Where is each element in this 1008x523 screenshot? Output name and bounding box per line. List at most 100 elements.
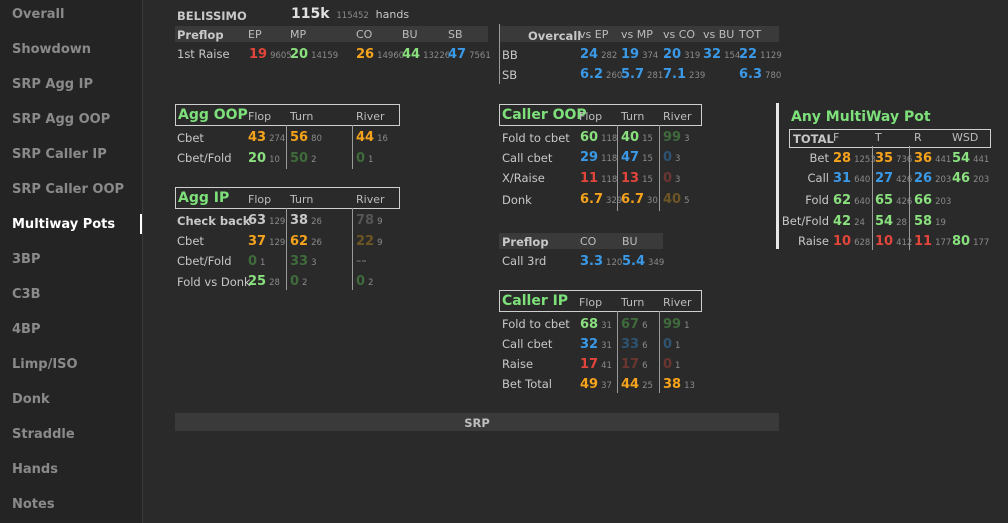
sample-count: 28	[896, 218, 907, 228]
stat-value: 99	[663, 130, 682, 145]
sample-count: 31	[601, 321, 612, 331]
stat-value: 20	[290, 47, 309, 62]
overcall-row-bb: BB	[502, 48, 518, 62]
stat-value: 33	[290, 254, 309, 269]
agg-oop-title: Agg OOP	[178, 107, 248, 123]
stat-value: 56	[290, 130, 309, 145]
stat-value: 10	[875, 234, 894, 249]
sample-count: 736	[896, 155, 913, 165]
sidebar-item-3bp[interactable]: 3BP	[12, 252, 40, 268]
sidebar-item-c3b[interactable]: C3B	[12, 287, 41, 303]
stat-value: 22	[739, 47, 758, 62]
caller-oop-cell: 40 5	[663, 192, 690, 208]
stat-value: 44	[402, 47, 421, 62]
preflop2-title: Preflop	[502, 235, 549, 249]
preflop2-row-label: Call 3rd	[502, 254, 547, 268]
sidebar-item-multiway-pots[interactable]: Multiway Pots	[12, 217, 115, 233]
multiway-cell: 36 441	[914, 151, 951, 167]
agg-ip-cell: 25 28	[248, 274, 280, 290]
caller-ip-cell: 49 37	[580, 377, 612, 393]
srp-footer-label[interactable]: SRP	[175, 416, 779, 430]
sidebar-item-donk[interactable]: Donk	[12, 392, 50, 408]
stat-value: 0	[663, 337, 673, 352]
caller-oop-divider-2	[659, 125, 660, 211]
sample-count: 7561	[469, 51, 491, 61]
stat-value: 5.7	[621, 67, 645, 82]
sample-count: 129	[269, 217, 286, 227]
caller-ip-cell: 17 41	[580, 357, 612, 373]
sidebar-item-srp-agg-ip[interactable]: SRP Agg IP	[12, 77, 93, 93]
stat-value: 26	[356, 47, 375, 62]
sidebar-item-limp-iso[interactable]: Limp/ISO	[12, 357, 78, 373]
stat-value: 44	[621, 377, 640, 392]
multiway-row-fold: Fold	[805, 193, 829, 207]
sidebar-item-srp-agg-oop[interactable]: SRP Agg OOP	[12, 112, 110, 128]
agg-oop-cell: 01	[356, 151, 373, 167]
sidebar-item-srp-caller-oop[interactable]: SRP Caller OOP	[12, 182, 124, 198]
preflop2-col-bu: BU	[622, 235, 638, 248]
sample-count: 628	[854, 238, 871, 248]
caller-oop-cell: 40 15	[621, 130, 653, 146]
overcall-title: Overcall	[528, 29, 582, 43]
sidebar-item-overall[interactable]: Overall	[12, 7, 64, 23]
sample-count: 3	[675, 154, 681, 164]
sample-count: 30	[647, 196, 658, 206]
stat-value: 46	[952, 171, 971, 186]
multiway-col-f: F	[833, 131, 840, 144]
overcall-col-vs-co: vs CO	[663, 28, 696, 41]
caller-oop-cell: 6.7 30	[621, 192, 658, 208]
stat-value: 5.4	[622, 254, 646, 269]
caller-ip-row-fold-to-cbet: Fold to cbet	[502, 317, 570, 331]
sample-count: 16	[377, 134, 388, 144]
stat-value: 60	[580, 130, 599, 145]
stat-value: 40	[663, 192, 682, 207]
sidebar-item-straddle[interactable]: Straddle	[12, 427, 75, 443]
sample-count: 6	[642, 341, 648, 351]
agg-ip-title: Agg IP	[178, 190, 230, 206]
sidebar-item-hands[interactable]: Hands	[12, 462, 58, 478]
sample-count: 3	[675, 175, 681, 185]
multiway-accent-bar	[776, 103, 779, 249]
hands-small: 115452	[336, 11, 369, 21]
stat-value: 65	[875, 193, 894, 208]
stat-value: 49	[580, 377, 599, 392]
overcall-cell: 24 282	[580, 47, 617, 63]
caller-ip-row-call-cbet: Call cbet	[502, 337, 553, 351]
stat-value: 50	[290, 151, 309, 166]
sample-count: 15	[642, 134, 653, 144]
sample-count: 10	[269, 155, 280, 165]
caller-oop-col-flop: Flop	[579, 110, 603, 123]
sample-count: 177	[935, 238, 952, 248]
stat-value: 42	[833, 214, 852, 229]
stat-value: 10	[833, 234, 852, 249]
sample-count: 9	[377, 217, 383, 227]
sample-count: 282	[601, 51, 618, 61]
multiway-row-raise: Raise	[797, 234, 829, 248]
multiway-cell: 80 177	[952, 234, 989, 250]
multiway-cell: 65 426	[875, 193, 912, 209]
stat-value: 63	[248, 213, 267, 228]
stat-value: 33	[621, 337, 640, 352]
caller-ip-row-bet-total: Bet Total	[502, 377, 552, 391]
multiway-row-bet: Bet	[809, 151, 829, 165]
stat-value: 25	[248, 274, 267, 289]
sidebar-item-4bp[interactable]: 4BP	[12, 322, 40, 338]
sidebar-item-showdown[interactable]: Showdown	[12, 42, 91, 58]
caller-ip-divider-2	[659, 311, 660, 393]
agg-ip-cell: 37 129	[248, 234, 285, 250]
stat-value: 32	[580, 337, 599, 352]
agg-oop-cell: 43 274	[248, 130, 285, 146]
sample-count: 24	[854, 218, 865, 228]
sidebar-item-srp-caller-ip[interactable]: SRP Caller IP	[12, 147, 107, 163]
sample-count: 118	[601, 175, 618, 185]
sample-count: 640	[854, 197, 871, 207]
sidebar-item-notes[interactable]: Notes	[12, 497, 55, 513]
overcall-col-vs-mp: vs MP	[621, 28, 653, 41]
stat-value: 47	[621, 150, 640, 165]
caller-ip-cell: 01	[663, 357, 680, 373]
stat-value: 29	[580, 150, 599, 165]
agg-ip-row-cbet: Cbet	[177, 234, 204, 248]
sample-count: 780	[765, 71, 782, 81]
agg-ip-cell: 01	[248, 254, 265, 270]
agg-ip-cell: 38 26	[290, 213, 322, 229]
